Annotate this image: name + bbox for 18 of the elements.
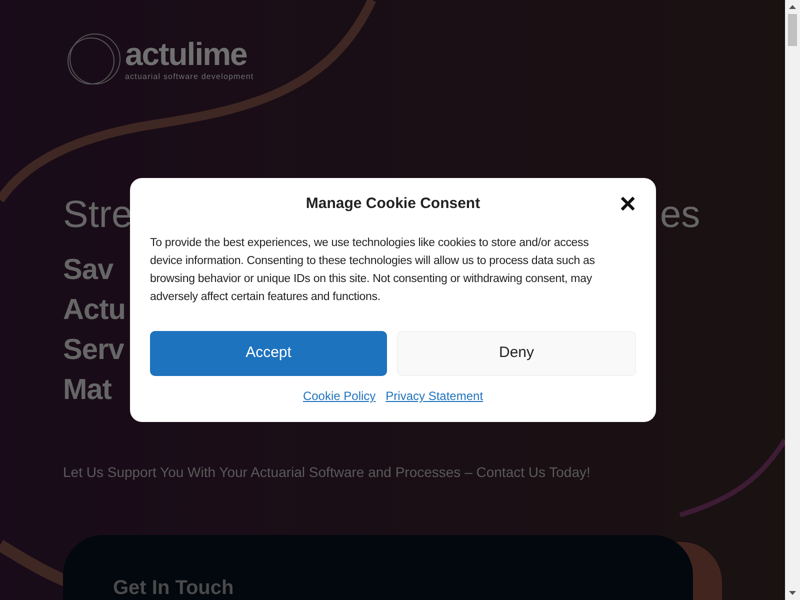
deny-button[interactable]: Deny [397, 331, 636, 376]
policy-link[interactable]: Cookie Policy [302, 387, 376, 405]
card-title: Get In Touch [113, 577, 234, 599]
policy-link[interactable]: Privacy Statement [386, 387, 484, 405]
logo-tagline: actuarial software development [125, 71, 254, 83]
hero-subtitle: es [660, 193, 700, 238]
hero-title-line: Sav [63, 253, 114, 288]
hero-title-line: Mat [63, 373, 112, 408]
hero-title-line: Actu [63, 293, 126, 328]
dialog-title: Manage Cookie Consent [306, 194, 480, 214]
accept-button[interactable]: Accept [150, 331, 387, 376]
logo-wordmark: actulime [125, 37, 248, 71]
hero-title-line: Serv [63, 333, 124, 368]
close-button[interactable]: × [620, 190, 636, 218]
hero-subtitle: Stre [63, 194, 133, 236]
hero-tagline: Let Us Support You With Your Actuarial Software and Processes – Contact Us Today! [63, 463, 592, 482]
scrollbar-thumb[interactable] [788, 14, 797, 46]
dialog-message: To provide the best experiences, we use technologies like cookies to store and/or access device information. Consenting to these technologies will allow us to process data such as browsing behavior or unique IDs on this site. Not consenting or withdrawing consent, may adversely affect certain features and functions. [150, 236, 596, 305]
